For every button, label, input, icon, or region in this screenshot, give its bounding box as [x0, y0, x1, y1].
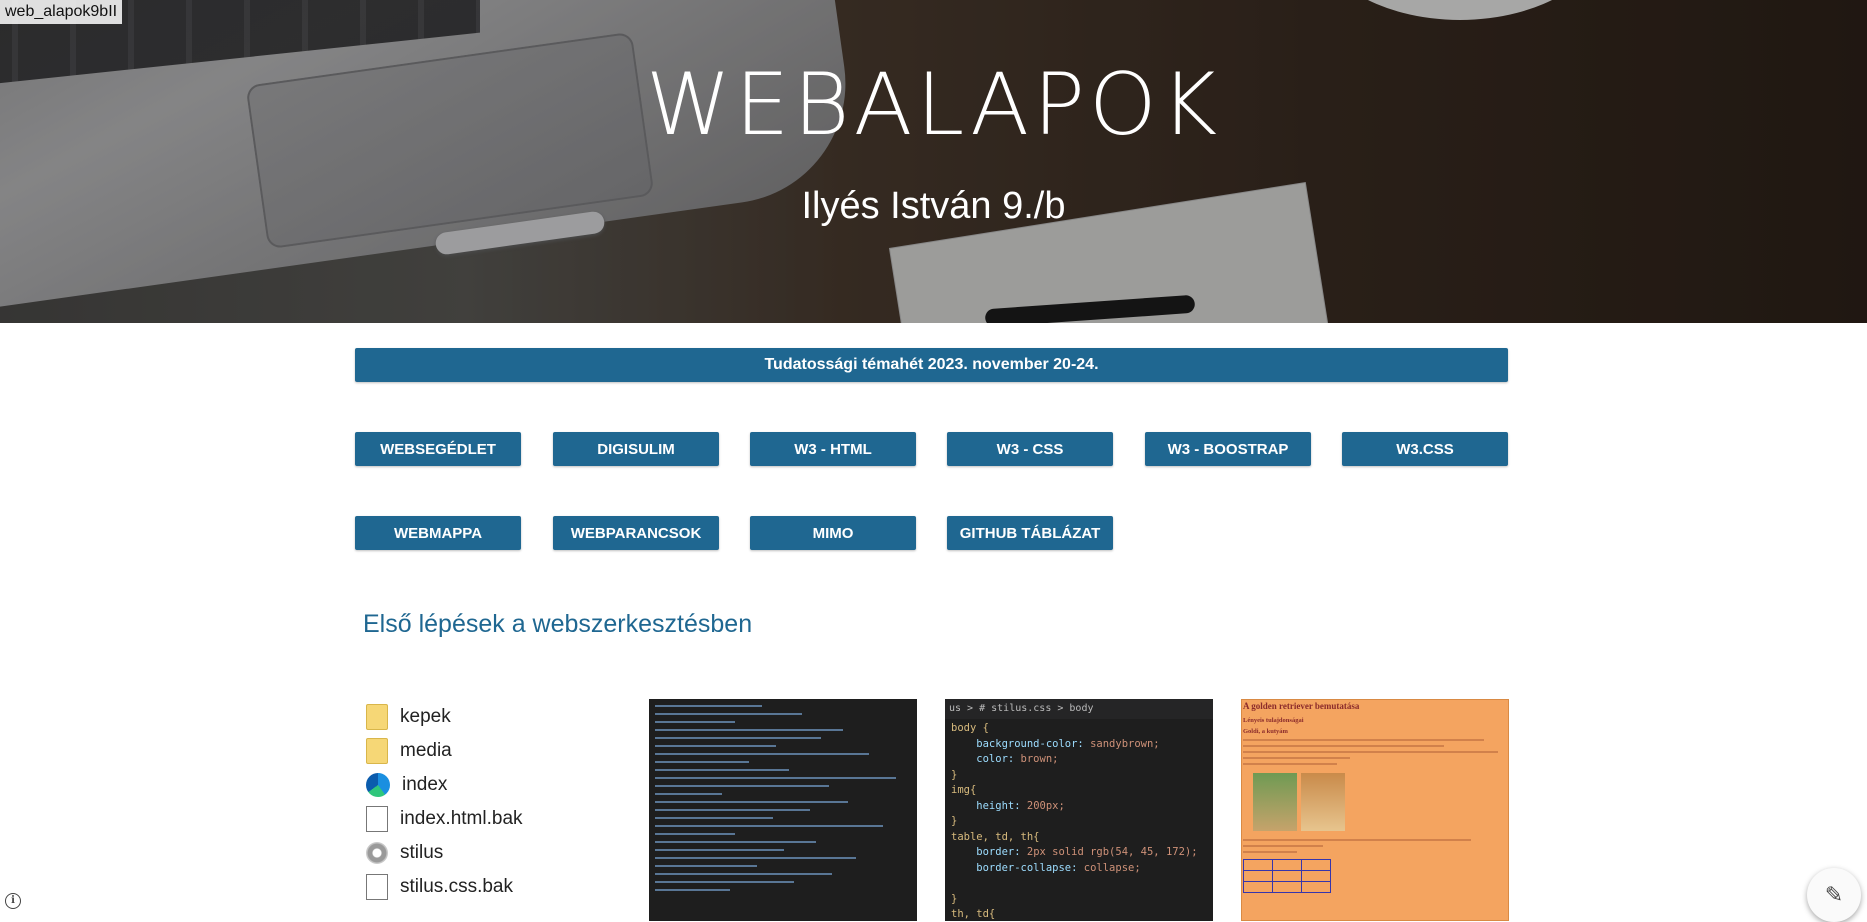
thumb-table	[1243, 859, 1331, 893]
css-code-line: height: 200px;	[951, 799, 1065, 812]
code-line	[655, 889, 731, 891]
dog-photo	[1301, 773, 1345, 831]
css-code-line: }	[951, 815, 958, 827]
file-name: index	[402, 774, 448, 795]
file-list-image: kepek media index index.html.bak stilus …	[366, 700, 616, 904]
thumb-text-line	[1243, 845, 1324, 847]
css-code-line: img{	[951, 784, 977, 796]
dog-photo	[1253, 773, 1297, 831]
thumb-heading: Lényeis tulajdonságai	[1243, 717, 1304, 724]
css-code-line: }	[951, 768, 958, 781]
file-item: index.html.bak	[366, 802, 616, 836]
code-line	[655, 809, 811, 811]
code-line	[655, 817, 773, 819]
code-line	[655, 785, 830, 787]
code-line	[655, 833, 736, 835]
nav-button-webparancsok[interactable]: WEBPARANCSOK	[553, 516, 719, 550]
document-icon	[366, 806, 388, 832]
code-line	[655, 801, 848, 803]
file-name: index.html.bak	[400, 808, 523, 829]
nav-button-w3-html[interactable]: W3 - HTML	[750, 432, 916, 466]
document-icon	[366, 874, 388, 900]
file-name: media	[400, 740, 452, 761]
nav-button-websegédlet[interactable]: WEBSEGÉDLET	[355, 432, 521, 466]
file-item: kepek	[366, 700, 616, 734]
folder-icon	[366, 738, 388, 764]
nav-button-webmappa[interactable]: WEBMAPPA	[355, 516, 521, 550]
code-line	[655, 825, 883, 827]
css-code-screenshot[interactable]: us > # stilus.css > body body { backgrou…	[945, 699, 1213, 921]
thumb-text-line	[1243, 757, 1351, 759]
nav-button-mimo[interactable]: MIMO	[750, 516, 916, 550]
css-code-line	[951, 876, 1207, 892]
nav-button-w3-boostrap[interactable]: W3 - BOOSTRAP	[1145, 432, 1311, 466]
site-name[interactable]: web_alapok9bII	[0, 0, 123, 24]
settings-file-icon	[366, 842, 388, 864]
code-line	[655, 737, 822, 739]
code-line	[655, 841, 816, 843]
code-line	[655, 729, 843, 731]
nav-button-w3-css[interactable]: W3.CSS	[1342, 432, 1508, 466]
file-item: stilus.css.bak	[366, 870, 616, 904]
thumb-text-line	[1243, 763, 1337, 765]
thumb-text-line	[1243, 839, 1471, 841]
file-item: index	[366, 768, 616, 802]
code-line	[655, 777, 897, 779]
file-name: stilus	[400, 842, 444, 863]
css-code-line: color: brown;	[951, 753, 1059, 765]
html-code-screenshot[interactable]	[649, 699, 917, 921]
css-code-line: border: 2px solid rgb(54, 45, 172);	[951, 846, 1198, 858]
code-line	[655, 873, 832, 875]
code-line	[655, 721, 736, 723]
css-code-line: }	[951, 892, 958, 905]
thumb-text-line	[1243, 751, 1498, 753]
section-title: Első lépések a webszerkesztésben	[363, 610, 753, 638]
css-code-line: table, td, th{	[951, 830, 1040, 843]
page-subtitle: Ilyés István 9./b	[801, 185, 1066, 227]
nav-button-w3-css[interactable]: W3 - CSS	[947, 432, 1113, 466]
nav-button-digisulim[interactable]: DIGISULIM	[553, 432, 719, 466]
code-line	[655, 865, 757, 867]
nav-button-github-táblázat[interactable]: GITHUB TÁBLÁZAT	[947, 516, 1113, 550]
code-line	[655, 793, 722, 795]
code-line	[655, 769, 789, 771]
css-code-line: th, td{	[951, 908, 996, 920]
thumb-text-line	[1243, 739, 1485, 741]
code-line	[655, 745, 776, 747]
file-name: kepek	[400, 706, 451, 727]
thumb-text-line	[1243, 851, 1297, 853]
file-name: stilus.css.bak	[400, 876, 513, 897]
css-code-block: body { background-color: sandybrown; col…	[945, 719, 1213, 921]
file-item: stilus	[366, 836, 616, 870]
edge-browser-icon	[366, 773, 390, 797]
hero-header	[0, 0, 1867, 323]
thumb-dog-photos	[1253, 773, 1497, 831]
hero-overlay	[0, 0, 1867, 323]
folder-icon	[366, 704, 388, 730]
css-code-line: border-collapse: collapse;	[951, 861, 1141, 874]
awareness-week-button[interactable]: Tudatossági témahét 2023. november 20-24…	[355, 348, 1508, 382]
code-line	[655, 761, 749, 763]
page-title: WEBALAPOK	[645, 55, 1222, 155]
file-item: media	[366, 734, 616, 768]
code-line	[655, 705, 763, 707]
code-line	[655, 881, 795, 883]
code-line	[655, 753, 870, 755]
code-line	[655, 857, 856, 859]
editor-breadcrumb: us > # stilus.css > body	[945, 699, 1213, 719]
code-line	[655, 713, 803, 715]
golden-retriever-page-screenshot[interactable]: A golden retriever bemutatása Lényeis tu…	[1241, 699, 1509, 921]
css-code-line: body {	[951, 722, 989, 734]
edit-pencil-icon[interactable]: ✎	[1807, 868, 1861, 922]
info-icon[interactable]: i	[5, 893, 21, 909]
code-line	[655, 849, 784, 851]
css-code-line: background-color: sandybrown;	[951, 737, 1160, 750]
thumb-text-line	[1243, 745, 1444, 747]
thumb-page-title: A golden retriever bemutatása	[1243, 701, 1360, 711]
thumb-heading: Goldi, a kutyám	[1243, 728, 1288, 735]
